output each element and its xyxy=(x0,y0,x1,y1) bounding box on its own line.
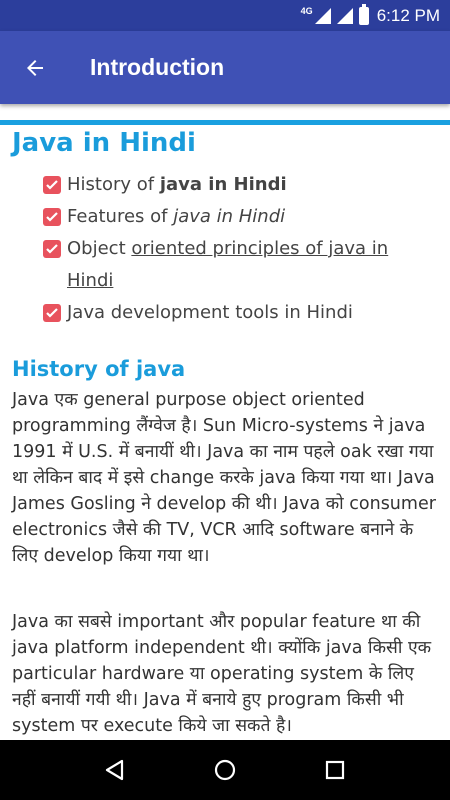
checkbox-checked-icon xyxy=(43,176,61,194)
topic-item: Object oriented principles of java in Hi… xyxy=(43,233,438,297)
mobile-signal-icon xyxy=(314,7,331,24)
checkbox-checked-icon xyxy=(43,208,61,226)
nav-recents-icon xyxy=(325,760,345,780)
topics-list: History of java in Hindi Features of jav… xyxy=(43,169,438,329)
nav-home-button[interactable] xyxy=(205,750,245,790)
topic-item: History of java in Hindi xyxy=(43,169,438,201)
topic-prefix: Object xyxy=(67,238,132,259)
page-title: Java in Hindi xyxy=(12,128,196,158)
paragraph: Java का सबसे important और popular featur… xyxy=(12,612,432,736)
topic-prefix: Features of xyxy=(67,206,174,227)
status-bar: 4G 6:12 PM xyxy=(0,0,450,31)
topic-item: Java development tools in Hindi xyxy=(43,297,438,329)
checkbox-checked-icon xyxy=(43,240,61,258)
topic-prefix: History of xyxy=(67,174,160,195)
app-bar: Introduction xyxy=(0,31,450,104)
battery-icon xyxy=(358,3,369,25)
section-heading: History of java xyxy=(12,357,186,381)
nav-back-button[interactable] xyxy=(95,750,135,790)
arrow-back-icon xyxy=(27,59,43,76)
title-divider xyxy=(0,120,450,125)
wifi-signal-icon xyxy=(336,7,353,24)
topic-text: Java development tools in Hindi xyxy=(67,297,353,329)
article-content[interactable]: Java in Hindi History of java in Hindi F… xyxy=(0,104,450,740)
checkbox-checked-icon xyxy=(43,304,61,322)
system-nav-bar xyxy=(0,740,450,800)
topic-text: History of java in Hindi xyxy=(67,169,287,201)
topic-text: Object oriented principles of java in Hi… xyxy=(67,233,438,297)
topic-emphasis: java in Hindi xyxy=(173,206,286,227)
topic-emphasis: java in Hindi xyxy=(159,174,287,195)
nav-back-icon xyxy=(105,759,124,781)
status-time: 6:12 PM xyxy=(376,5,440,25)
status-icons: 4G xyxy=(300,3,369,25)
app-bar-title: Introduction xyxy=(90,54,225,80)
nav-home-icon xyxy=(214,759,236,781)
topic-text: Features of java in Hindi xyxy=(67,201,285,233)
paragraph: Java एक general purpose object oriented … xyxy=(12,390,436,566)
back-button[interactable] xyxy=(0,31,70,104)
nav-recents-button[interactable] xyxy=(315,750,355,790)
topic-item: Features of java in Hindi xyxy=(43,201,438,233)
network-type-label: 4G xyxy=(300,5,313,16)
topic-prefix: Java development tools in Hindi xyxy=(67,302,353,323)
